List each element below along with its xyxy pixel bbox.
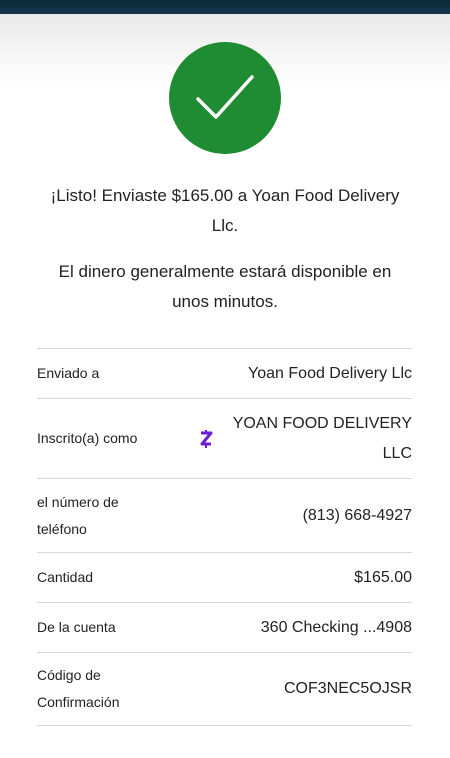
enrolled-as-value: YOAN FOOD DELIVERY LLC <box>232 414 412 462</box>
sent-to-value: Yoan Food Delivery Llc <box>248 364 412 382</box>
detail-row-sent-to: Enviado a Yoan Food Delivery Llc <box>37 348 412 398</box>
confirmation-label: Código de Confirmación <box>37 667 120 710</box>
checkmark-icon <box>196 75 254 119</box>
from-account-label: De la cuenta <box>37 619 116 635</box>
enrolled-as-label: Inscrito(a) como <box>37 430 138 446</box>
sent-to-label: Enviado a <box>37 365 100 381</box>
phone-label: el número de teléfono <box>37 493 119 537</box>
amount-value: $165.00 <box>354 568 412 586</box>
availability-message: El dinero generalmente estará disponible… <box>58 262 392 311</box>
transfer-details-list: Enviado a Yoan Food Delivery Llc Inscrit… <box>37 348 412 726</box>
detail-row-phone: el número de teléfono (813) 668-4927 <box>37 478 412 552</box>
detail-row-enrolled-as: Inscrito(a) como YOAN FOOD DELIVERY LLC <box>37 398 412 478</box>
from-account-value: 360 Checking ...4908 <box>260 618 412 636</box>
detail-row-from-account: De la cuenta 360 Checking ...4908 <box>37 602 412 652</box>
amount-label: Cantidad <box>37 569 94 585</box>
zelle-icon <box>195 429 217 449</box>
confirmation-code-value: COF3NEC5OJSR <box>283 680 412 697</box>
detail-row-confirmation: Código de Confirmación COF3NEC5OJSR <box>37 652 412 726</box>
phone-value: (813) 668-4927 <box>302 506 412 524</box>
sent-confirmation-message: ¡Listo! Enviaste $165.00 a Yoan Food Del… <box>50 186 400 235</box>
status-bar <box>0 0 450 14</box>
detail-row-amount: Cantidad $165.00 <box>37 552 412 602</box>
success-checkmark-icon <box>169 42 281 154</box>
